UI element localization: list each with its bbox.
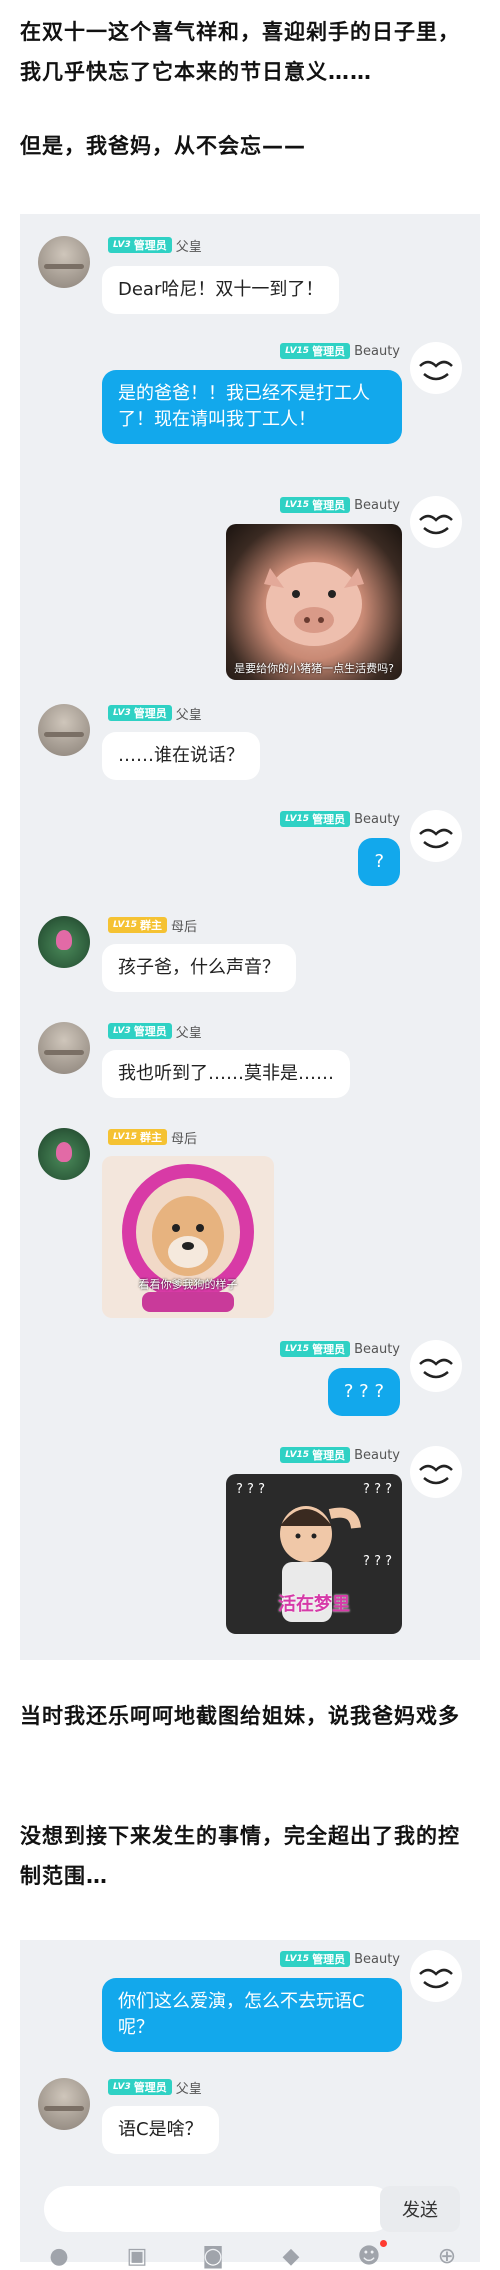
my-meta: LV15 管理员 Beauty [280,1446,400,1464]
my-meta: LV15 管理员 Beauty [280,1950,400,1968]
chat-screenshot-1: LV3 管理员 父皇 Dear哈尼！双十一到了！ LV15 管理员 Beauty 是… [20,214,480,1660]
admin-badge: LV15 管理员 [280,1951,351,1967]
sender-name: Beauty [354,1341,400,1357]
sender-name: Beauty [354,343,400,359]
message-bubble[interactable]: 是的爸爸！！我已经不是打工人了！现在请叫我丁工人！ [102,370,402,444]
admin-badge: LV3 管理员 [108,2079,172,2095]
admin-badge: LV3 管理员 [108,705,172,721]
admin-badge: LV15 管理员 [280,1447,351,1463]
admin-badge: LV15 管理员 [280,1341,351,1357]
message-bubble[interactable]: 语C是啥？ [102,2106,219,2154]
send-button[interactable]: 发送 [380,2186,460,2232]
question-marks: ? ? ? [363,1482,392,1497]
pig-sticker-image[interactable]: 是要给你的小猪猪一点生活费吗? [226,524,402,680]
dad-meta: LV3 管理员 父皇 [108,704,202,723]
my-avatar[interactable] [410,342,462,394]
middle-paragraph-1: 当时我还乐呵呵地截图给姐妹，说我爸妈戏多 [20,1704,460,1728]
message-bubble[interactable]: Dear哈尼！双十一到了！ [102,266,340,314]
sender-name: 母后 [171,919,198,935]
question-marks: ? ? ? [236,1482,265,1497]
middle-paragraph-2: 没想到接下来发生的事情，完全超出了我的控制范围… [20,1824,460,1888]
mom-meta: LV15 群主 母后 [108,1128,198,1147]
my-meta: LV15 管理员 Beauty [280,496,400,514]
image-caption: 看看你爹我狗的样子 [138,1278,238,1291]
question-marks: ? ? ? [363,1554,392,1569]
sender-name: 父皇 [175,2081,202,2097]
sender-name: 母后 [171,1131,198,1147]
dad-meta: LV3 管理员 父皇 [108,2078,202,2097]
dad-avatar[interactable] [38,236,90,288]
message-bubble[interactable]: 孩子爸，什么声音？ [102,944,296,992]
chat-screenshot-2: LV15 管理员 Beauty 你们这么爱演，怎么不去玩语C呢？ LV3 管理员 父… [20,1940,480,2269]
camera-icon[interactable]: ◙ [200,2244,226,2270]
message-bubble[interactable]: 你们这么爱演，怎么不去玩语C呢？ [102,1978,402,2052]
sender-name: 父皇 [175,707,202,723]
mom-avatar[interactable] [38,1128,90,1180]
sender-name: Beauty [354,811,400,827]
dad-avatar[interactable] [38,704,90,756]
dad-avatar[interactable] [38,1022,90,1074]
notification-dot [380,2240,387,2247]
dad-meta: LV3 管理员 父皇 [108,1022,202,1041]
sender-name: Beauty [354,497,400,513]
mom-avatar[interactable] [38,916,90,968]
admin-badge: LV15 管理员 [280,343,351,359]
mom-meta: LV15 群主 母后 [108,916,198,935]
my-meta: LV15 管理员 Beauty [280,1340,400,1358]
message-bubble[interactable]: ……谁在说话？ [102,732,260,780]
dad-meta: LV3 管理员 父皇 [108,236,202,255]
my-avatar[interactable] [410,810,462,862]
my-avatar[interactable] [410,1446,462,1498]
admin-badge: LV15 管理员 [280,811,351,827]
owner-badge: LV15 群主 [108,917,167,933]
admin-badge: LV3 管理员 [108,237,172,253]
kid-dreaming-sticker-image[interactable]: ? ? ? ? ? ? ? ? ? 活在梦里 [226,1474,402,1634]
dog-face-icon [122,1164,254,1312]
my-avatar[interactable] [410,1340,462,1392]
pig-face-icon [264,562,364,646]
sender-name: 父皇 [175,239,202,255]
mic-icon[interactable]: ● [46,2244,72,2270]
message-bubble[interactable]: ? [358,838,400,886]
dad-avatar[interactable] [38,2078,90,2130]
owner-badge: LV15 群主 [108,1129,167,1145]
admin-badge: LV3 管理员 [108,1023,172,1039]
sender-name: Beauty [354,1951,400,1967]
message-bubble[interactable]: ? ? ? [327,1368,400,1416]
my-meta: LV15 管理员 Beauty [280,342,400,360]
dog-mirror-sticker-image[interactable]: 看看你爹我狗的样子 [102,1156,274,1318]
image-icon[interactable]: ▣ [124,2244,150,2270]
my-meta: LV15 管理员 Beauty [280,810,400,828]
intro-paragraph-1: 在双十一这个喜气祥和，喜迎剁手的日子里，我几乎快忘了它本来的节日意义…… [20,20,460,84]
image-caption: 是要给你的小猪猪一点生活费吗? [234,662,394,675]
my-avatar[interactable] [410,1950,462,2002]
admin-badge: LV15 管理员 [280,497,351,513]
image-caption: 活在梦里 [278,1594,350,1615]
sender-name: 父皇 [175,1025,202,1041]
message-input[interactable] [44,2186,394,2232]
my-avatar[interactable] [410,496,462,548]
message-bubble[interactable]: 我也听到了……莫非是…… [102,1050,350,1098]
sender-name: Beauty [354,1447,400,1463]
hongbao-icon[interactable]: ◆ [278,2244,304,2270]
plus-icon[interactable]: ⊕ [434,2244,460,2270]
intro-paragraph-2: 但是，我爸妈，从不会忘—— [20,134,306,158]
emoji-icon[interactable]: ☻ [356,2244,382,2270]
